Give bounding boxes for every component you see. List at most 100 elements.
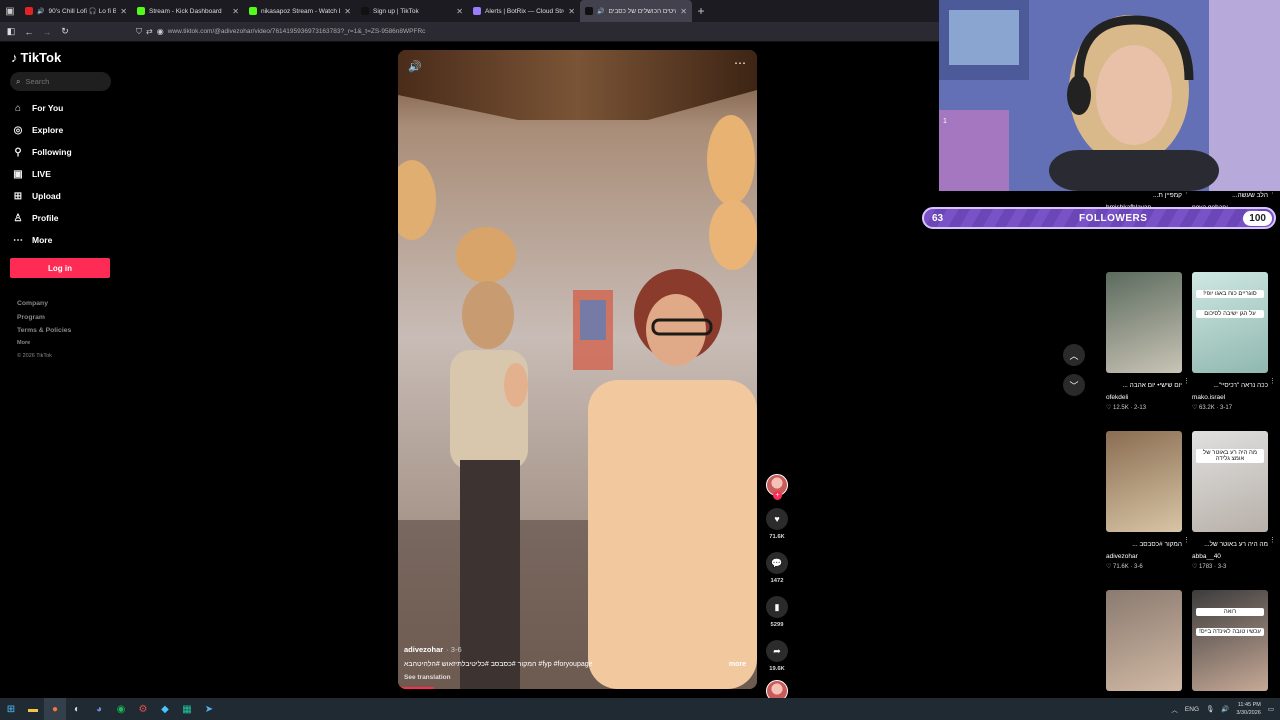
browser-tab[interactable]: Sign up | TikTok ✕	[356, 0, 468, 22]
search-input[interactable]	[25, 77, 106, 86]
comment-icon[interactable]: 💬	[766, 552, 788, 574]
caption-more-link[interactable]: more	[729, 661, 746, 668]
related-video-thumbnail[interactable]: סוגריים כוח באגו יופי! על הגן ישיבה לסיכו…	[1192, 272, 1268, 373]
language-indicator[interactable]: ENG	[1185, 706, 1199, 713]
sidebar-item-explore[interactable]: ◎ Explore	[10, 119, 120, 141]
new-tab-button[interactable]: +	[692, 0, 710, 22]
sidebar-item-upload[interactable]: ⊞ Upload	[10, 185, 120, 207]
tile-menu-icon[interactable]: ⋮	[1269, 377, 1276, 385]
search-box[interactable]: ⌕	[10, 72, 111, 91]
address-bar[interactable]: ⛉ ⇄ ◉ www.tiktok.com/@adivezohar/video/7…	[136, 25, 836, 39]
related-video-title[interactable]: הלב שעשה...	[1192, 191, 1268, 201]
browser-tab[interactable]: Stream - Kick Dashboard ✕	[132, 0, 244, 22]
video-player[interactable]: 🔊 ⋯ adivezohar · 3-6 המקור #כסבסב #כליטיב…	[398, 50, 757, 689]
see-translation-link[interactable]: See translation	[404, 674, 749, 681]
login-button[interactable]: Log in	[10, 258, 110, 278]
footer-link-more[interactable]: More	[17, 338, 120, 348]
related-video-user[interactable]: adivezohar	[1106, 553, 1182, 560]
tab-overview-icon[interactable]: ▣	[0, 0, 20, 22]
tab-close-icon[interactable]: ✕	[568, 7, 575, 16]
video-author[interactable]: adivezohar	[404, 645, 443, 654]
forward-icon[interactable]: →	[40, 25, 54, 39]
tab-title: Alerts | BotRix — Cloud Stream	[485, 7, 564, 15]
share-icon[interactable]: ➦	[766, 640, 788, 662]
back-icon[interactable]: ←	[22, 25, 36, 39]
tile-menu-icon[interactable]: ⋮	[1183, 377, 1190, 385]
clock[interactable]: 11:45 PM 3/30/2026	[1236, 701, 1260, 717]
sidebar-item-live[interactable]: ▣ LIVE	[10, 163, 120, 185]
shield-icon[interactable]: ⛉	[136, 27, 142, 37]
permissions-icon[interactable]: ⇄	[146, 27, 153, 36]
related-video-thumbnail[interactable]	[1106, 590, 1182, 691]
related-video-title[interactable]: המקור #כסבסב ...	[1106, 540, 1182, 550]
microphone-icon[interactable]: 🎙	[1206, 705, 1214, 713]
url-text[interactable]: www.tiktok.com/@adivezohar/video/7614195…	[168, 28, 426, 35]
tiktok-logo[interactable]: ♪ TikTok	[11, 50, 120, 65]
related-video-thumbnail[interactable]: מה היה רע באוטר של אומצ גלידה	[1192, 431, 1268, 532]
related-video-title[interactable]: קמפיין ת...	[1106, 191, 1182, 201]
volume-icon[interactable]: 🔊	[408, 60, 422, 73]
browser-tab[interactable]: nikasapoz Stream - Watch Live ✕	[244, 0, 356, 22]
related-video-tile[interactable]	[1106, 590, 1182, 691]
tab-audio-icon[interactable]: 🔊	[37, 8, 44, 15]
tile-menu-icon[interactable]: ⋮	[1269, 536, 1276, 544]
related-video-tile[interactable]: סוגריים כוח באגו יופי! על הגן ישיבה לסיכו…	[1192, 272, 1276, 411]
browser-tab[interactable]: Alerts | BotRix — Cloud Stream ✕	[468, 0, 580, 22]
brand-name: TikTok	[20, 50, 62, 65]
firefox-icon[interactable]: ●	[44, 698, 66, 720]
related-video-thumbnail[interactable]	[1106, 272, 1182, 373]
related-video-thumbnail[interactable]	[1106, 431, 1182, 532]
bookmark-icon[interactable]: ▮	[766, 596, 788, 618]
reload-icon[interactable]: ↻	[58, 25, 72, 39]
browser-tab[interactable]: 🔊 הלהיטים הכושלים של כסבים ✕	[580, 0, 692, 22]
related-video-tile[interactable]: מה היה רע באוטר של אומצ גלידה מה היה רע ב…	[1192, 431, 1276, 570]
sidebar-item-following[interactable]: ⚲ Following	[10, 141, 120, 163]
tile-menu-icon[interactable]: ⋮	[1183, 536, 1190, 544]
related-video-tile[interactable]: יום שישי• יום אהבה ... ⋮ ofekdeli ♡ 12.5K ·…	[1106, 272, 1190, 411]
tab-close-icon[interactable]: ✕	[344, 7, 351, 16]
tray-chevron-icon[interactable]: ︿	[1171, 704, 1178, 714]
tab-audio-icon[interactable]: 🔊	[597, 8, 604, 15]
footer-link-program[interactable]: Program	[17, 311, 120, 325]
scroll-up-button[interactable]: ︿	[1063, 344, 1085, 366]
telegram-icon[interactable]: ➤	[198, 698, 220, 720]
settings-icon[interactable]: ⚙	[132, 698, 154, 720]
start-icon[interactable]: ⊞	[0, 698, 22, 720]
related-video-user[interactable]: ofekdeli	[1106, 394, 1182, 401]
browser-tab[interactable]: 🔊 90's Chill Lofi 🎧 Lo fi Beat✕	[20, 0, 132, 22]
discord-icon[interactable]: ◕	[88, 698, 110, 720]
related-video-thumbnail[interactable]: רואה עכשיו טובה לאינדה בייס!	[1192, 590, 1268, 691]
like-icon[interactable]: ♥	[766, 508, 788, 530]
steam-icon[interactable]: ◐	[66, 698, 88, 720]
tab-close-icon[interactable]: ✕	[120, 7, 127, 16]
camera-icon[interactable]: ◉	[157, 27, 164, 36]
sidebar-item-more[interactable]: ⋯ More	[10, 229, 120, 251]
file-explorer-icon[interactable]: ▬	[22, 698, 44, 720]
speaker-icon[interactable]: 🔊	[1221, 705, 1229, 713]
app-icon[interactable]: ◆	[154, 698, 176, 720]
related-video-tile[interactable]: המקור #כסבסב ... ⋮ adivezohar ♡ 71.6K · 3-6	[1106, 431, 1190, 570]
sidebar-toggle-icon[interactable]: ◧	[4, 25, 18, 39]
related-video-tile[interactable]: רואה עכשיו טובה לאינדה בייס!	[1192, 590, 1268, 691]
tab-close-icon[interactable]: ✕	[232, 7, 239, 16]
more-options-icon[interactable]: ⋯	[734, 56, 747, 70]
sidebar-item-for-you[interactable]: ⌂ For You	[10, 97, 120, 119]
related-video-title[interactable]: מה היה רע באוטר של...	[1192, 540, 1268, 550]
editor-icon[interactable]: ▦	[176, 698, 198, 720]
spotify-icon[interactable]: ◉	[110, 698, 132, 720]
related-video-title[interactable]: יום שישי• יום אהבה ...	[1106, 381, 1182, 391]
tab-close-icon[interactable]: ✕	[456, 7, 463, 16]
related-video-title[interactable]: ככה נראה "רכיסיי"...	[1192, 381, 1268, 391]
video-progress-bar[interactable]	[398, 687, 434, 689]
follow-plus-icon[interactable]: +	[773, 491, 782, 500]
footer-link-company[interactable]: Company	[17, 297, 120, 311]
related-video-user[interactable]: abba__40	[1192, 553, 1268, 560]
sidebar-item-profile[interactable]: ♙ Profile	[10, 207, 120, 229]
related-video-user[interactable]: mako.israel	[1192, 394, 1268, 401]
scroll-down-button[interactable]: ﹀	[1063, 374, 1085, 396]
notification-icon[interactable]: ▭	[1268, 705, 1274, 713]
tab-close-icon[interactable]: ✕	[680, 7, 687, 16]
share-count: 19.6K	[769, 666, 785, 672]
footer-link-terms[interactable]: Terms & Policies	[17, 324, 120, 338]
creator-avatar[interactable]: +	[766, 474, 788, 500]
